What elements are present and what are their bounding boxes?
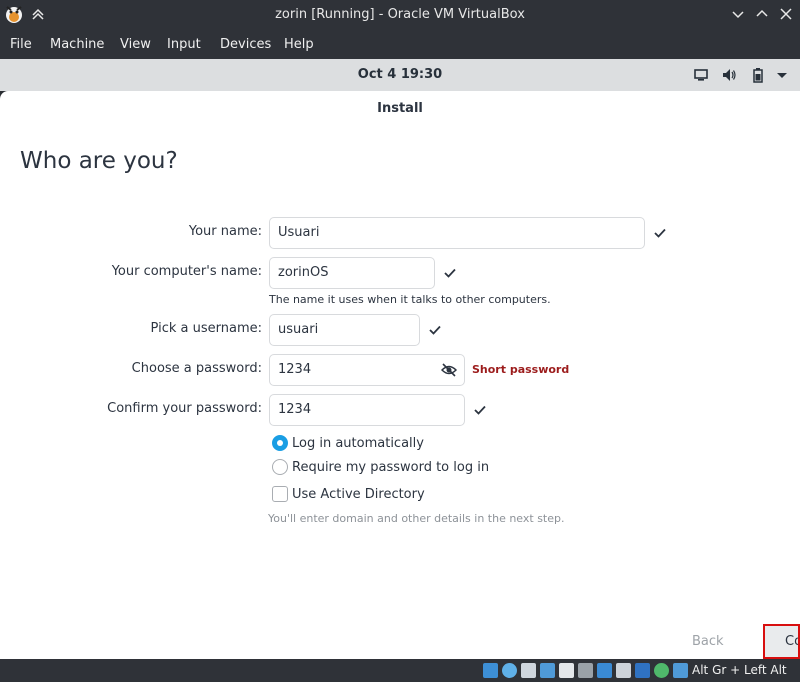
volume-icon[interactable]: [721, 67, 737, 83]
installer-window: Install Who are you? Your name: Usuari Y…: [0, 91, 800, 659]
confirm-password-label: Confirm your password:: [107, 401, 262, 416]
virtualbox-window: zorin [Running] - Oracle VM VirtualBox F…: [0, 0, 800, 682]
clock[interactable]: Oct 4 19:30: [0, 67, 800, 82]
host-key-arrow-icon[interactable]: [673, 663, 688, 678]
username-valid-check-icon: [429, 325, 441, 335]
menu-view[interactable]: View: [120, 37, 151, 52]
installer-header: Install: [377, 101, 423, 116]
password-label: Choose a password:: [131, 361, 262, 376]
username-input[interactable]: usuari: [269, 314, 420, 346]
computer-name-label: Your computer's name:: [111, 264, 262, 279]
name-valid-check-icon: [654, 228, 666, 238]
virtualization-icon[interactable]: [635, 663, 650, 678]
dropdown-arrow-icon[interactable]: [774, 67, 790, 83]
continue-button-label: Continue: [785, 634, 798, 649]
battery-icon[interactable]: [750, 67, 766, 83]
page-title: Who are you?: [20, 148, 178, 174]
name-label: Your name:: [188, 224, 262, 239]
continue-button[interactable]: Continue: [763, 624, 800, 659]
menu-devices[interactable]: Devices: [220, 37, 271, 52]
auto-login-label[interactable]: Log in automatically: [292, 436, 424, 451]
window-title: zorin [Running] - Oracle VM VirtualBox: [275, 7, 525, 22]
minimize-icon[interactable]: [731, 7, 745, 21]
optical-drive-icon[interactable]: [502, 663, 517, 678]
display-settings-icon[interactable]: [597, 663, 612, 678]
confirm-password-input[interactable]: 1234: [269, 394, 465, 426]
back-button[interactable]: Back: [692, 634, 724, 649]
menu-help[interactable]: Help: [284, 37, 314, 52]
usb-icon[interactable]: [559, 663, 574, 678]
mouse-integration-icon[interactable]: [654, 663, 669, 678]
menu-input[interactable]: Input: [167, 37, 201, 52]
active-directory-hint: You'll enter domain and other details in…: [268, 512, 565, 525]
computer-name-hint: The name it uses when it talks to other …: [269, 293, 551, 306]
auto-login-radio[interactable]: [272, 435, 288, 451]
computer-name-input[interactable]: zorinOS: [269, 257, 435, 289]
require-password-label[interactable]: Require my password to log in: [292, 460, 489, 475]
host-key-label: Alt Gr + Left Alt: [692, 663, 787, 677]
menubar: File Machine View Input Devices Help: [0, 30, 800, 59]
toggle-password-visibility-icon[interactable]: [441, 362, 457, 378]
username-label: Pick a username:: [150, 321, 262, 336]
audio-icon[interactable]: [521, 663, 536, 678]
network-icon[interactable]: [540, 663, 555, 678]
recording-icon[interactable]: [616, 663, 631, 678]
maximize-icon[interactable]: [755, 7, 769, 21]
active-directory-label[interactable]: Use Active Directory: [292, 487, 425, 502]
shared-folders-icon[interactable]: [578, 663, 593, 678]
window-titlebar: zorin [Running] - Oracle VM VirtualBox: [0, 0, 800, 30]
active-directory-checkbox[interactable]: [272, 486, 288, 502]
confirm-password-valid-check-icon: [474, 405, 486, 415]
require-password-radio[interactable]: [272, 459, 288, 475]
guest-topbar: Oct 4 19:30: [0, 59, 800, 91]
menu-machine[interactable]: Machine: [50, 37, 104, 52]
hard-disk-icon[interactable]: [483, 663, 498, 678]
close-icon[interactable]: [779, 7, 793, 21]
statusbar: Alt Gr + Left Alt: [0, 659, 800, 682]
display-icon[interactable]: [693, 67, 709, 83]
name-input[interactable]: Usuari: [269, 217, 645, 249]
menu-file[interactable]: File: [10, 37, 32, 52]
password-input[interactable]: 1234: [269, 354, 465, 386]
password-strength-warning: Short password: [472, 363, 570, 376]
computer-name-valid-check-icon: [444, 268, 456, 278]
